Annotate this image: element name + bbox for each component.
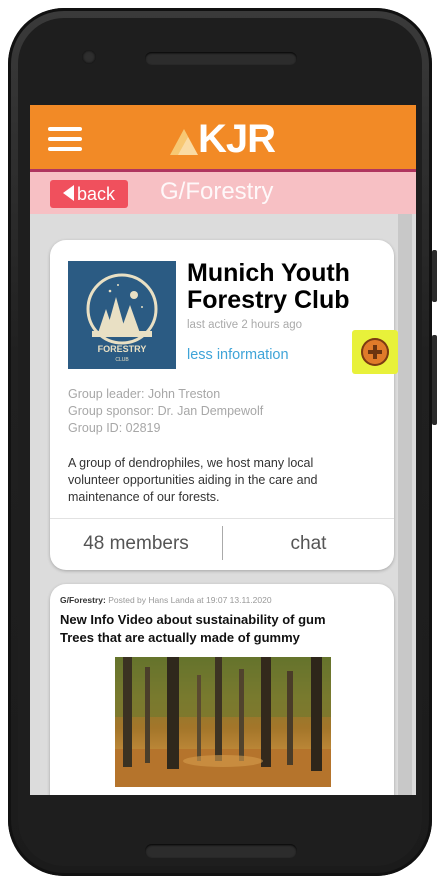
scrollbar-track[interactable] — [398, 214, 412, 795]
back-label: back — [76, 184, 116, 204]
members-button[interactable]: 48 members — [50, 519, 222, 569]
group-id: Group ID: 02819 — [68, 421, 161, 435]
last-active-status: last active 2 hours ago — [187, 319, 303, 331]
post-group-tag[interactable]: G/Forestry: — [60, 595, 106, 605]
hamburger-menu-icon[interactable] — [48, 127, 82, 151]
front-camera — [82, 50, 96, 64]
logo-caption-2: CLUB — [115, 357, 129, 363]
group-leader: Group leader: John Treston — [68, 387, 221, 401]
earpiece-speaker — [145, 52, 297, 65]
post-image-forest[interactable] — [115, 657, 331, 787]
group-logo: FORESTRY CLUB — [68, 261, 176, 369]
mountain-logo-icon — [170, 129, 198, 155]
volume-button — [432, 250, 437, 302]
post-title[interactable]: New Info Video about sustainability of g… — [60, 611, 360, 647]
add-highlight — [352, 330, 398, 374]
sub-header: back G/Forestry — [30, 172, 416, 214]
bottom-speaker — [145, 844, 297, 858]
post-meta: G/Forestry: Posted by Hans Landa at 19:0… — [60, 595, 272, 605]
chat-button[interactable]: chat — [223, 519, 394, 569]
group-sponsor: Group sponsor: Dr. Jan Dempewolf — [68, 404, 264, 418]
power-button — [432, 335, 437, 425]
post-byline: Posted by Hans Landa at 19:07 13.11.2020 — [108, 595, 272, 605]
forest-photo — [115, 657, 331, 787]
page-title: G/Forestry — [160, 178, 274, 205]
group-name: Munich Youth Forestry Club — [187, 259, 350, 314]
kjr-logo: KJR — [168, 117, 288, 161]
content-feed[interactable]: FORESTRY CLUB Munich Youth Forestry Club… — [30, 214, 416, 795]
forestry-club-emblem: FORESTRY CLUB — [86, 273, 158, 363]
app-screen: KJR back G/Forestry FORESTRY CLUB Munich… — [30, 105, 416, 795]
logo-text: KJR — [198, 117, 276, 161]
group-description: A group of dendrophiles, we host many lo… — [68, 456, 318, 504]
back-button[interactable]: back — [50, 180, 128, 208]
post-card[interactable]: G/Forestry: Posted by Hans Landa at 19:0… — [50, 584, 394, 795]
group-details: Group leader: John Treston Group sponsor… — [68, 386, 263, 437]
back-arrow-icon — [62, 185, 74, 201]
less-information-link[interactable]: less information — [187, 347, 289, 363]
top-app-bar: KJR — [30, 105, 416, 172]
group-info-card: FORESTRY CLUB Munich Youth Forestry Club… — [50, 240, 394, 570]
logo-caption-1: FORESTRY — [98, 344, 147, 354]
add-plus-icon[interactable] — [361, 338, 389, 366]
